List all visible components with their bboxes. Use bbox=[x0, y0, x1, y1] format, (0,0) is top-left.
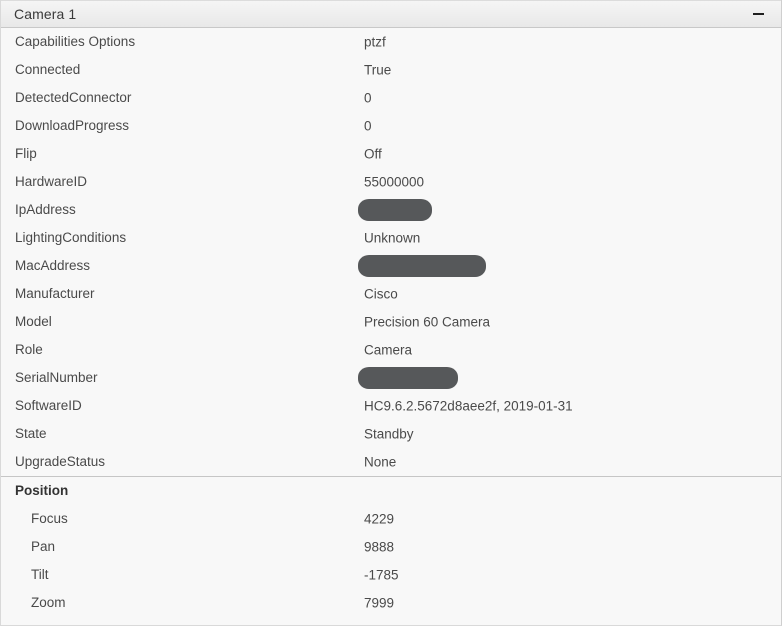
property-row: Model Precision 60 Camera bbox=[1, 308, 781, 336]
property-value: 9888 bbox=[364, 539, 395, 555]
property-label: Manufacturer bbox=[15, 286, 95, 302]
property-row: SerialNumber bbox=[1, 364, 781, 392]
property-row: State Standby bbox=[1, 420, 781, 448]
property-row: Pan 9888 bbox=[1, 533, 781, 561]
property-row: Manufacturer Cisco bbox=[1, 280, 781, 308]
property-list: Capabilities Options ptzf Connected True Det… bbox=[1, 28, 781, 617]
property-value: Off bbox=[364, 146, 382, 162]
property-label: Position bbox=[15, 483, 69, 499]
property-row: UpgradeStatus None bbox=[1, 448, 781, 476]
property-row: Flip Off bbox=[1, 140, 781, 168]
property-row: MacAddress bbox=[1, 252, 781, 280]
property-row: DownloadProgress 0 bbox=[1, 112, 781, 140]
property-row: Capabilities Options ptzf bbox=[1, 28, 781, 56]
property-value: -1785 bbox=[364, 567, 399, 583]
property-label: MacAddress bbox=[15, 258, 91, 274]
property-label: Capabilities Options bbox=[15, 34, 136, 50]
property-value: HC9.6.2.5672d8aee2f, 2019-01-31 bbox=[364, 398, 573, 414]
property-value: Unknown bbox=[364, 230, 421, 246]
property-label: Model bbox=[15, 314, 52, 330]
redacted-value bbox=[358, 255, 486, 277]
property-value: 55000000 bbox=[364, 174, 425, 190]
property-label: Flip bbox=[15, 146, 37, 162]
property-row: DetectedConnector 0 bbox=[1, 84, 781, 112]
property-label: Role bbox=[15, 342, 43, 358]
property-group-row: Position bbox=[1, 477, 781, 505]
property-value: 4229 bbox=[364, 511, 395, 527]
camera-properties-panel: Camera 1 Capabilities Options ptzf Connect… bbox=[0, 0, 782, 626]
property-row: HardwareID 55000000 bbox=[1, 168, 781, 196]
property-label: UpgradeStatus bbox=[15, 454, 106, 470]
property-label: Focus bbox=[31, 511, 68, 527]
property-value: Cisco bbox=[364, 286, 398, 302]
property-value: Precision 60 Camera bbox=[364, 314, 491, 330]
property-label: Tilt bbox=[31, 567, 49, 583]
property-row: Connected True bbox=[1, 56, 781, 84]
property-label: DownloadProgress bbox=[15, 118, 130, 134]
property-row: IpAddress bbox=[1, 196, 781, 224]
property-label: Pan bbox=[31, 539, 56, 555]
property-value: 0 bbox=[364, 90, 372, 106]
property-label: HardwareID bbox=[15, 174, 88, 190]
property-label: LightingConditions bbox=[15, 230, 127, 246]
property-value: Standby bbox=[364, 426, 414, 442]
page-title: Camera 1 bbox=[14, 6, 77, 22]
property-row: Role Camera bbox=[1, 336, 781, 364]
property-value: Camera bbox=[364, 342, 413, 358]
property-label: State bbox=[15, 426, 47, 442]
property-row: Tilt -1785 bbox=[1, 561, 781, 589]
property-label: Zoom bbox=[31, 595, 66, 611]
property-label: IpAddress bbox=[15, 202, 76, 218]
property-value: 0 bbox=[364, 118, 372, 134]
property-label: Connected bbox=[15, 62, 81, 78]
property-label: SerialNumber bbox=[15, 370, 98, 386]
redacted-value bbox=[358, 199, 432, 221]
property-label: DetectedConnector bbox=[15, 90, 132, 106]
property-row: Zoom 7999 bbox=[1, 589, 781, 617]
property-value: True bbox=[364, 62, 392, 78]
panel-header[interactable]: Camera 1 bbox=[1, 0, 781, 28]
property-row: SoftwareID HC9.6.2.5672d8aee2f, 2019-01-3… bbox=[1, 392, 781, 420]
minimize-button[interactable] bbox=[747, 3, 769, 25]
property-value: ptzf bbox=[364, 34, 386, 50]
minimize-icon bbox=[752, 13, 764, 15]
property-value: 7999 bbox=[364, 595, 395, 611]
property-row: Focus 4229 bbox=[1, 505, 781, 533]
property-value: None bbox=[364, 454, 397, 470]
redacted-value bbox=[358, 367, 458, 389]
property-label: SoftwareID bbox=[15, 398, 82, 414]
property-row: LightingConditions Unknown bbox=[1, 224, 781, 252]
